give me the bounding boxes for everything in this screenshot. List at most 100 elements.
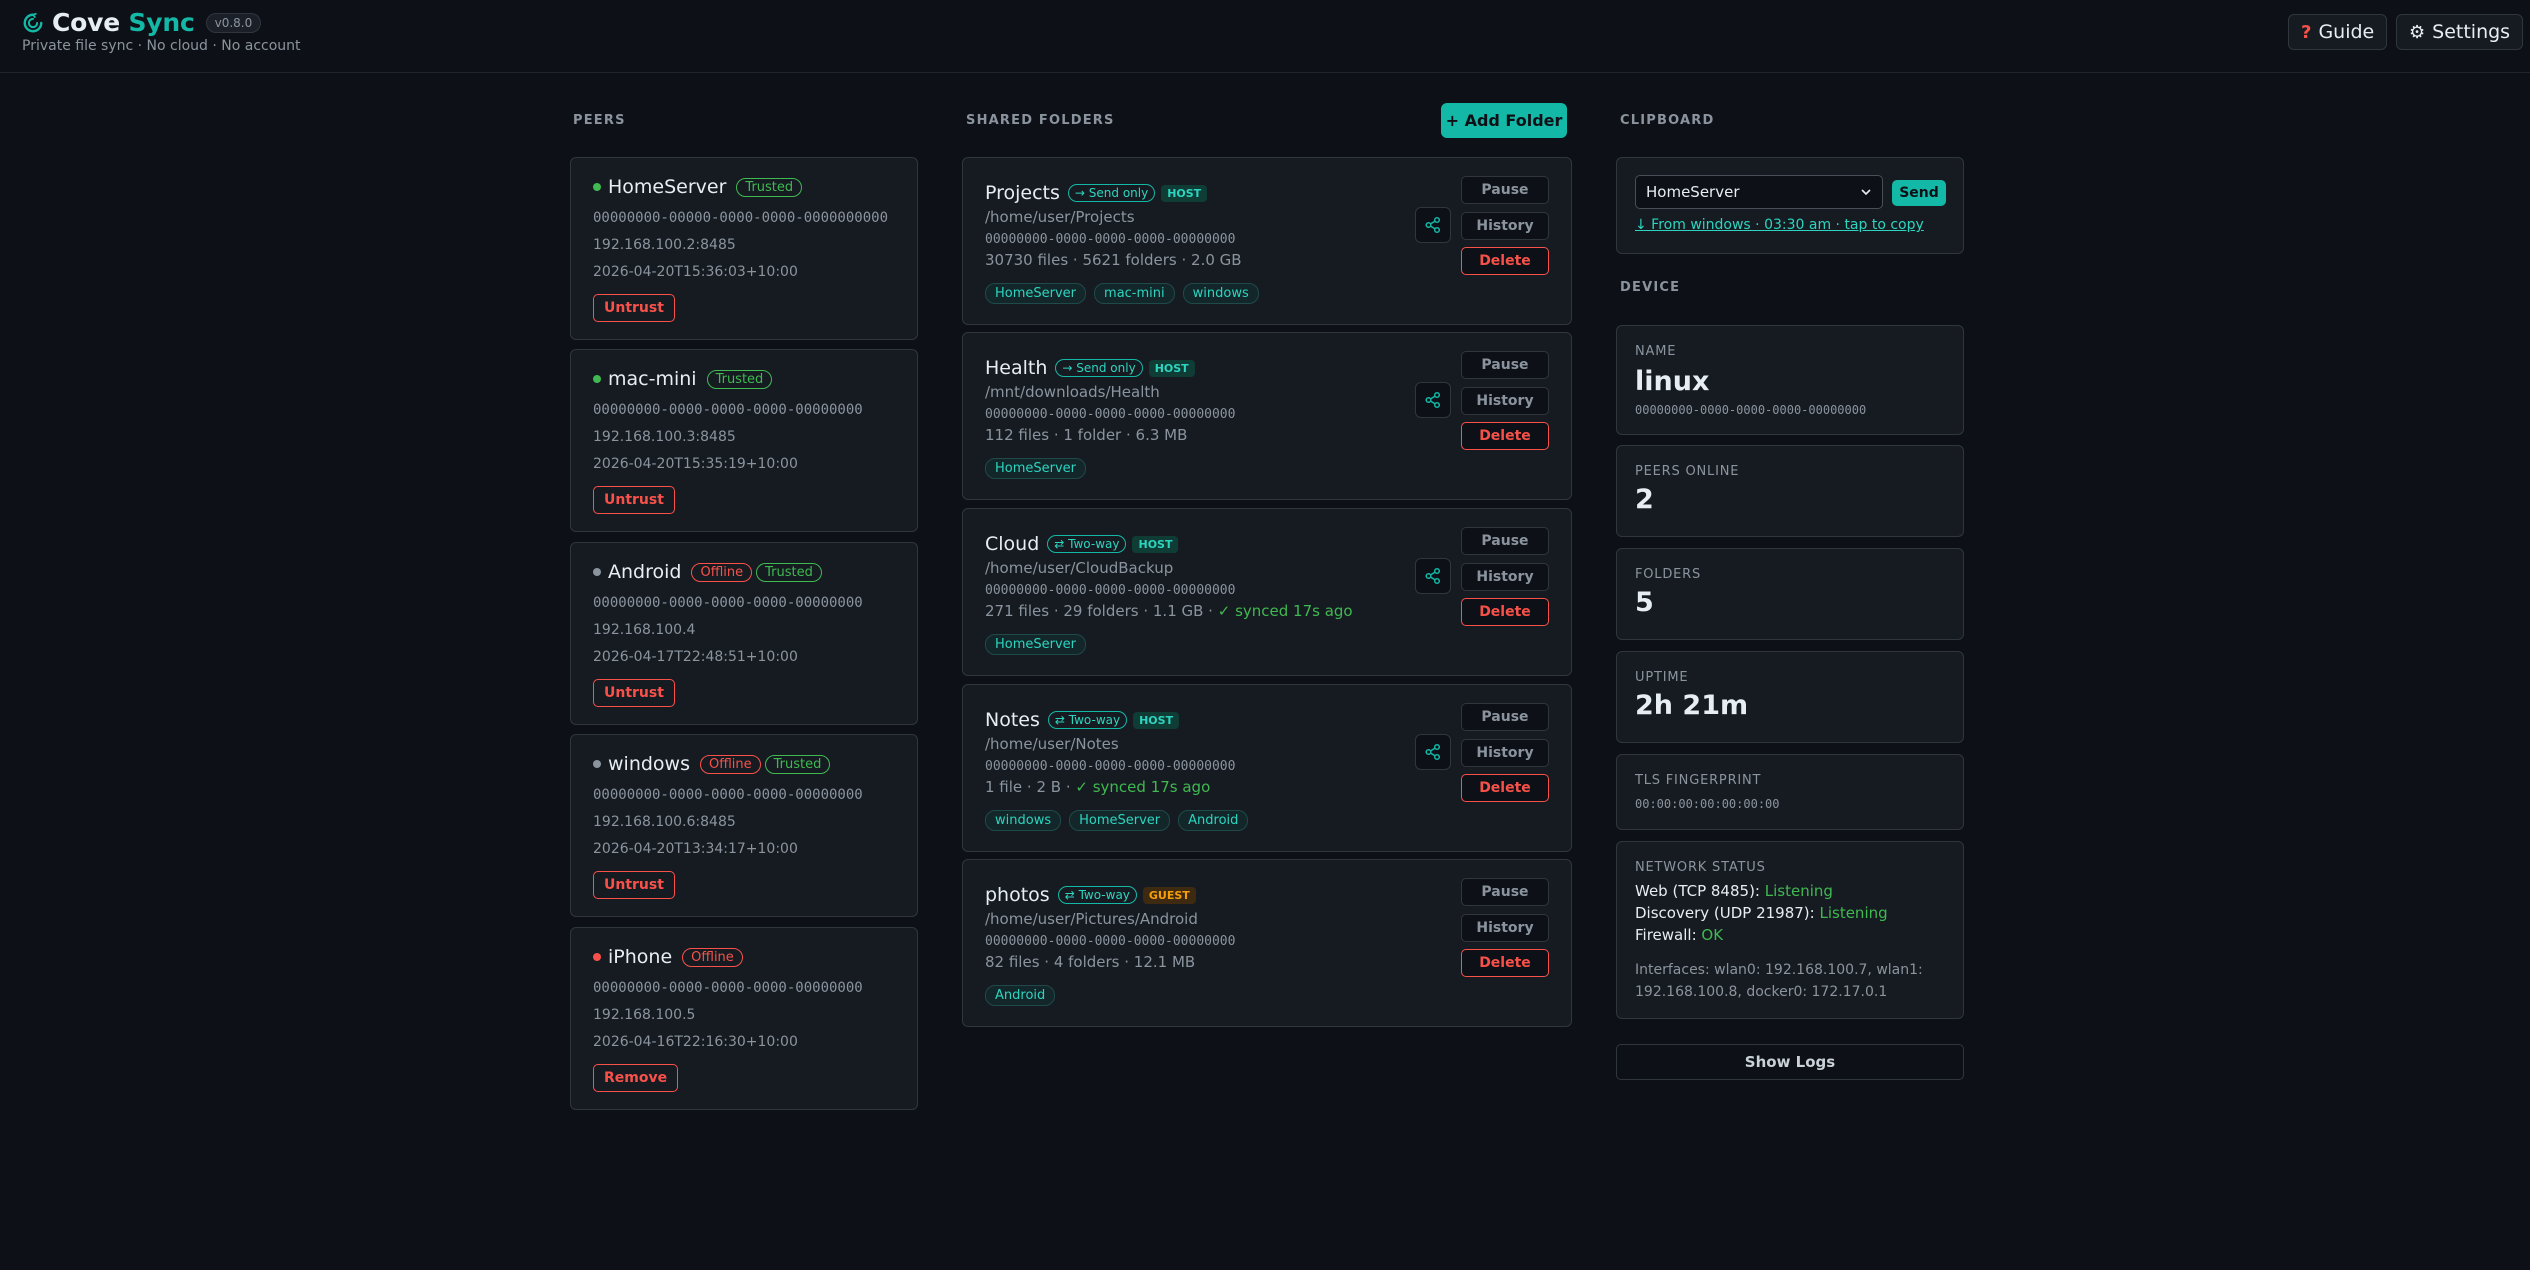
device-section-title: DEVICE [1620, 280, 1681, 295]
history-button[interactable]: History [1461, 739, 1549, 767]
peers-online-card: PEERS ONLINE 2 [1616, 445, 1964, 537]
remove-button[interactable]: Remove [593, 1064, 679, 1092]
folder-peer-tag: Android [1178, 810, 1249, 831]
folder-tags: HomeServer mac-mini windows [985, 283, 1267, 304]
peer-id: 00000000-0000-0000-0000-00000000 [593, 787, 863, 803]
share-button[interactable] [1415, 207, 1451, 243]
folder-name: Health [985, 357, 1048, 379]
role-badge: HOST [1148, 359, 1195, 377]
folder-path: /home/user/Notes [985, 735, 1119, 753]
peer-id: 00000000-0000-0000-0000-00000000 [593, 980, 863, 996]
untrust-button[interactable]: Untrust [593, 679, 675, 707]
history-button[interactable]: History [1461, 212, 1549, 240]
uptime-value: 2h 21m [1635, 690, 1749, 721]
delete-button[interactable]: Delete [1461, 247, 1549, 275]
history-button[interactable]: History [1461, 914, 1549, 942]
pause-button[interactable]: Pause [1461, 351, 1549, 379]
show-logs-button[interactable]: Show Logs [1616, 1044, 1964, 1080]
version-badge: v0.8.0 [205, 12, 262, 33]
status-dot [593, 760, 601, 768]
peer-id: 00000000-00000-0000-0000-0000000000 [593, 210, 889, 226]
share-button[interactable] [1415, 382, 1451, 418]
firewall-status: Firewall: OK [1635, 926, 1724, 944]
clipboard-card: HomeServer Send ↓ From windows · 03:30 a… [1616, 157, 1964, 254]
status-dot [593, 375, 601, 383]
pause-button[interactable]: Pause [1461, 878, 1549, 906]
status-dot [593, 183, 601, 191]
folder-tags: Android [985, 985, 1063, 1006]
untrust-button[interactable]: Untrust [593, 871, 675, 899]
sync-status: ✓ synced 17s ago [1075, 778, 1211, 796]
folder-tags: HomeServer [985, 634, 1094, 655]
history-button[interactable]: History [1461, 563, 1549, 591]
gear-icon: ⚙ [2409, 21, 2426, 43]
pause-button[interactable]: Pause [1461, 527, 1549, 555]
trusted-badge: Trusted [764, 754, 831, 774]
peer-last-seen: 2026-04-17T22:48:51+10:00 [593, 649, 798, 665]
folders-section-title: SHARED FOLDERS [966, 113, 1115, 128]
logo: Cove Sync v0.8.0 [22, 8, 262, 37]
delete-button[interactable]: Delete [1461, 949, 1549, 977]
offline-badge: Offline [682, 947, 743, 967]
peer-id: 00000000-0000-0000-0000-00000000 [593, 595, 863, 611]
clipboard-latest-link[interactable]: ↓ From windows · 03:30 am · tap to copy [1635, 217, 1924, 233]
folder-header: Cloud ⇄ Two-way HOST [985, 533, 1179, 555]
folder-peer-tag: HomeServer [985, 634, 1087, 655]
peer-select[interactable]: HomeServer [1635, 175, 1883, 209]
folder-card: Cloud ⇄ Two-way HOST /home/user/CloudBac… [962, 508, 1572, 676]
peer-address: 192.168.100.3:8485 [593, 429, 736, 445]
role-badge: HOST [1161, 184, 1208, 202]
sync-logo-icon [23, 12, 43, 32]
peer-card: iPhone Offline 00000000-0000-0000-0000-0… [570, 927, 918, 1110]
folder-id: 00000000-0000-0000-0000-00000000 [985, 232, 1236, 247]
delete-button[interactable]: Delete [1461, 422, 1549, 450]
folder-peer-tag: Android [985, 985, 1056, 1006]
peer-header: iPhone Offline [593, 946, 743, 968]
pause-button[interactable]: Pause [1461, 176, 1549, 204]
pause-button[interactable]: Pause [1461, 703, 1549, 731]
folder-stats: 82 files · 4 folders · 12.1 MB [985, 953, 1196, 971]
tls-card: TLS FINGERPRINT 00:00:00:00:00:00:00 [1616, 754, 1964, 830]
history-button[interactable]: History [1461, 387, 1549, 415]
uptime-label: UPTIME [1635, 670, 1689, 685]
device-name-card: NAME linux 00000000-0000-0000-0000-00000… [1616, 325, 1964, 435]
guide-button[interactable]: ? Guide [2288, 14, 2388, 50]
add-folder-button[interactable]: + Add Folder [1441, 103, 1567, 138]
peers-online-value: 2 [1635, 484, 1654, 515]
folder-header: photos ⇄ Two-way GUEST [985, 884, 1196, 906]
role-badge: HOST [1132, 535, 1179, 553]
folder-peer-tag: windows [985, 810, 1062, 831]
settings-button[interactable]: ⚙ Settings [2396, 14, 2524, 50]
peer-card: windows Offline Trusted 00000000-0000-000… [570, 734, 918, 917]
peer-card: HomeServer Trusted 00000000-00000-0000-0… [570, 157, 918, 340]
folders-count-card: FOLDERS 5 [1616, 548, 1964, 640]
folder-card: photos ⇄ Two-way GUEST /home/user/Pictur… [962, 859, 1572, 1027]
peer-card: mac-mini Trusted 00000000-0000-0000-0000… [570, 349, 918, 532]
send-clipboard-button[interactable]: Send [1892, 180, 1946, 206]
share-icon [1425, 567, 1441, 585]
delete-button[interactable]: Delete [1461, 774, 1549, 802]
folder-path: /home/user/CloudBackup [985, 559, 1174, 577]
peer-address: 192.168.100.5 [593, 1007, 696, 1023]
delete-button[interactable]: Delete [1461, 598, 1549, 626]
offline-badge: Offline [699, 754, 761, 774]
folder-peer-tag: HomeServer [985, 283, 1087, 304]
status-dot [593, 953, 601, 961]
peer-last-seen: 2026-04-20T15:35:19+10:00 [593, 456, 798, 472]
untrust-button[interactable]: Untrust [593, 486, 675, 514]
peer-name: windows [608, 753, 690, 775]
peer-header: mac-mini Trusted [593, 368, 773, 390]
folder-header: Health → Send only HOST [985, 357, 1195, 379]
network-status-label: NETWORK STATUS [1635, 860, 1766, 875]
peer-header: windows Offline Trusted [593, 753, 831, 775]
sync-mode-badge: ⇄ Two-way [1047, 711, 1128, 729]
sync-mode-badge: → Send only [1055, 359, 1143, 377]
share-button[interactable] [1415, 558, 1451, 594]
folders-count-value: 5 [1635, 587, 1654, 618]
untrust-button[interactable]: Untrust [593, 294, 675, 322]
peer-name: HomeServer [608, 176, 727, 198]
discovery-status: Discovery (UDP 21987): Listening [1635, 904, 1888, 922]
app-header: Cove Sync v0.8.0 Private file sync · No … [0, 0, 2530, 73]
share-button[interactable] [1415, 734, 1451, 770]
network-status-card: NETWORK STATUS Web (TCP 8485): Listening… [1616, 841, 1964, 1019]
